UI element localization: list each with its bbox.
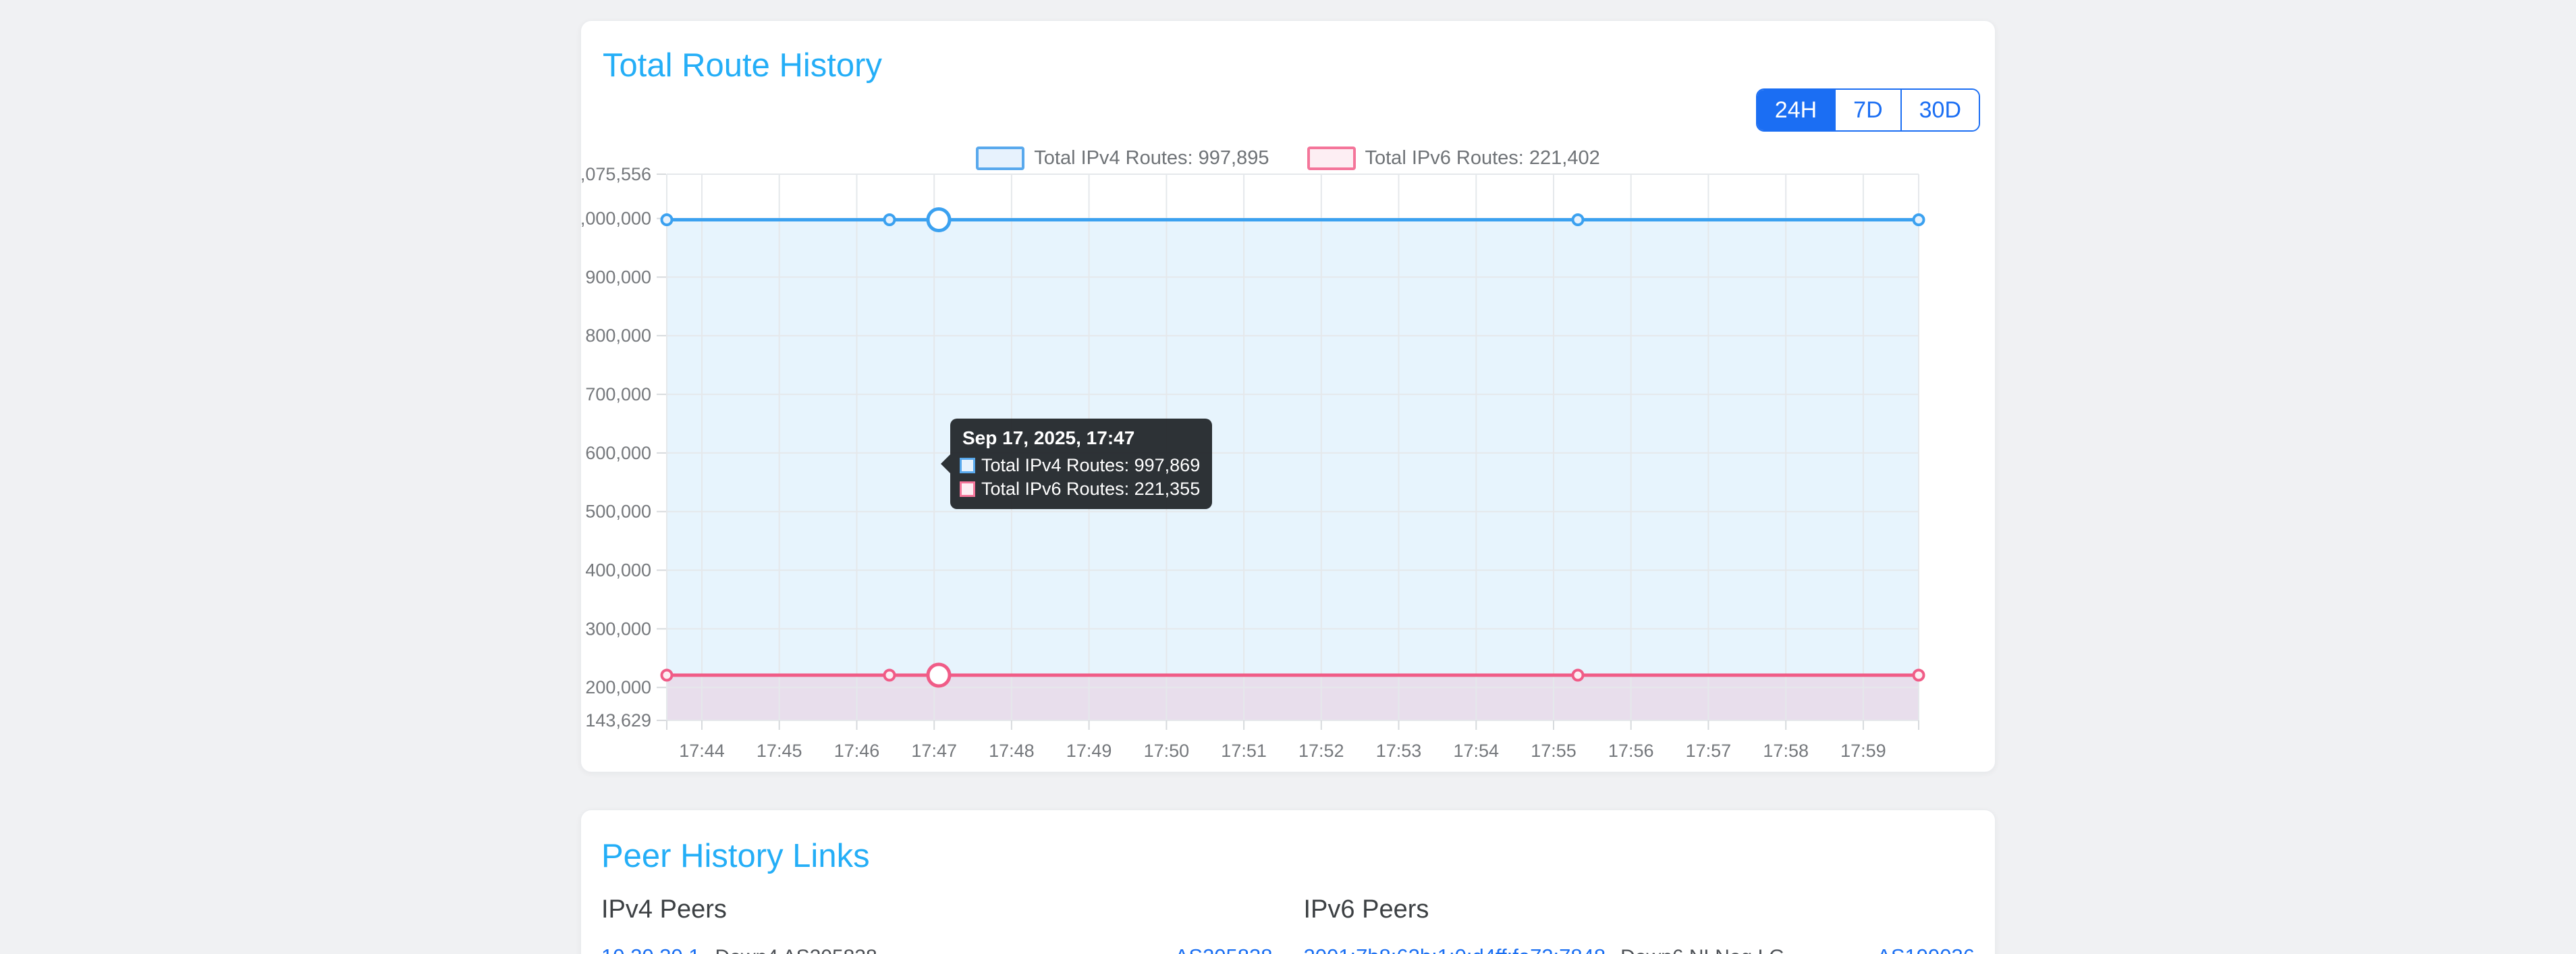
tooltip-label-ipv6: Total IPv6 Routes: 221,355 [981, 479, 1200, 500]
y-tick-label: 400,000 [585, 560, 651, 581]
peer-row-ipv4: 10.20.30.1 Down4 AS205838 AS205838 [601, 945, 1273, 954]
x-tick-label: 17:58 [1763, 741, 1809, 761]
x-tick-label: 17:50 [1144, 741, 1190, 761]
tooltip-row-ipv6: Total IPv6 Routes: 221,355 [960, 479, 1200, 500]
x-tick-label: 17:51 [1221, 741, 1267, 761]
x-tick-label: 17:52 [1298, 741, 1344, 761]
x-tick-label: 17:46 [834, 741, 880, 761]
peer-history-card: Peer History Links IPv4 Peers 10.20.30.1… [580, 810, 1996, 954]
x-tick-label: 17:47 [911, 741, 957, 761]
tooltip-label-ipv4: Total IPv4 Routes: 997,869 [981, 455, 1200, 476]
peer-ip-link-ipv6[interactable]: 2001:7b8:62b:1:0:d4ff:fe72:7848 [1304, 945, 1606, 954]
ipv4-peers-heading: IPv4 Peers [601, 895, 1273, 924]
x-tick-label: 17:57 [1686, 741, 1732, 761]
y-tick-label: 200,000 [585, 677, 651, 697]
hovered-point-ipv6 [928, 664, 950, 686]
y-tick-label: 1,075,556 [581, 164, 651, 184]
x-tick-label: 17:54 [1454, 741, 1500, 761]
peer-asn-link-ipv6[interactable]: AS199036 [1877, 945, 1975, 954]
ipv4-peers-column: IPv4 Peers 10.20.30.1 Down4 AS205838 AS2… [601, 895, 1273, 954]
peer-asn-link-ipv4[interactable]: AS205838 [1175, 945, 1273, 954]
x-tick-label: 17:45 [757, 741, 802, 761]
y-tick-label: 900,000 [585, 267, 651, 287]
x-tick-label: 17:44 [679, 741, 725, 761]
x-axis-labels: 17:44 17:45 17:46 17:47 17:48 17:49 17:5… [679, 741, 1886, 761]
y-tick-label: 800,000 [585, 325, 651, 346]
x-tick-label: 17:48 [989, 741, 1035, 761]
tooltip-swatch-ipv4 [960, 458, 975, 473]
peer-history-title: Peer History Links [601, 837, 1975, 875]
tooltip-swatch-ipv6 [960, 481, 975, 497]
tooltip-title: Sep 17, 2025, 17:47 [960, 427, 1200, 449]
area-fills [667, 220, 1919, 721]
y-tick-label: 700,000 [585, 384, 651, 404]
peer-description-ipv4: Down4 AS205838 [715, 946, 877, 954]
y-axis-labels: 1,075,556 1,000,000 900,000 800,000 700,… [581, 164, 651, 731]
hovered-point-ipv4 [928, 209, 950, 231]
route-history-chart-canvas[interactable]: 1,075,556 1,000,000 900,000 800,000 700,… [581, 21, 1996, 773]
ipv6-peers-heading: IPv6 Peers [1304, 895, 1975, 924]
route-history-card: Total Route History 24H 7D 30D Total IPv… [580, 20, 1996, 772]
chart-tooltip: Sep 17, 2025, 17:47 Total IPv4 Routes: 9… [950, 419, 1212, 509]
peer-description-ipv6: Down6 NLNog LG [1620, 946, 1784, 954]
peer-row-ipv6: 2001:7b8:62b:1:0:d4ff:fe72:7848 Down6 NL… [1304, 945, 1975, 954]
y-tick-label: 300,000 [585, 618, 651, 639]
x-tick-label: 17:55 [1531, 741, 1577, 761]
peer-ip-link-ipv4[interactable]: 10.20.30.1 [601, 945, 701, 954]
x-tick-label: 17:49 [1066, 741, 1112, 761]
x-tick-label: 17:53 [1376, 741, 1422, 761]
x-tick-label: 17:56 [1608, 741, 1654, 761]
ipv6-peers-column: IPv6 Peers 2001:7b8:62b:1:0:d4ff:fe72:78… [1304, 895, 1975, 954]
y-tick-label: 1,000,000 [581, 209, 651, 229]
x-tick-label: 17:59 [1840, 741, 1886, 761]
y-tick-label: 600,000 [585, 443, 651, 463]
y-tick-label: 143,629 [585, 710, 651, 731]
tooltip-row-ipv4: Total IPv4 Routes: 997,869 [960, 455, 1200, 476]
y-tick-label: 500,000 [585, 502, 651, 522]
